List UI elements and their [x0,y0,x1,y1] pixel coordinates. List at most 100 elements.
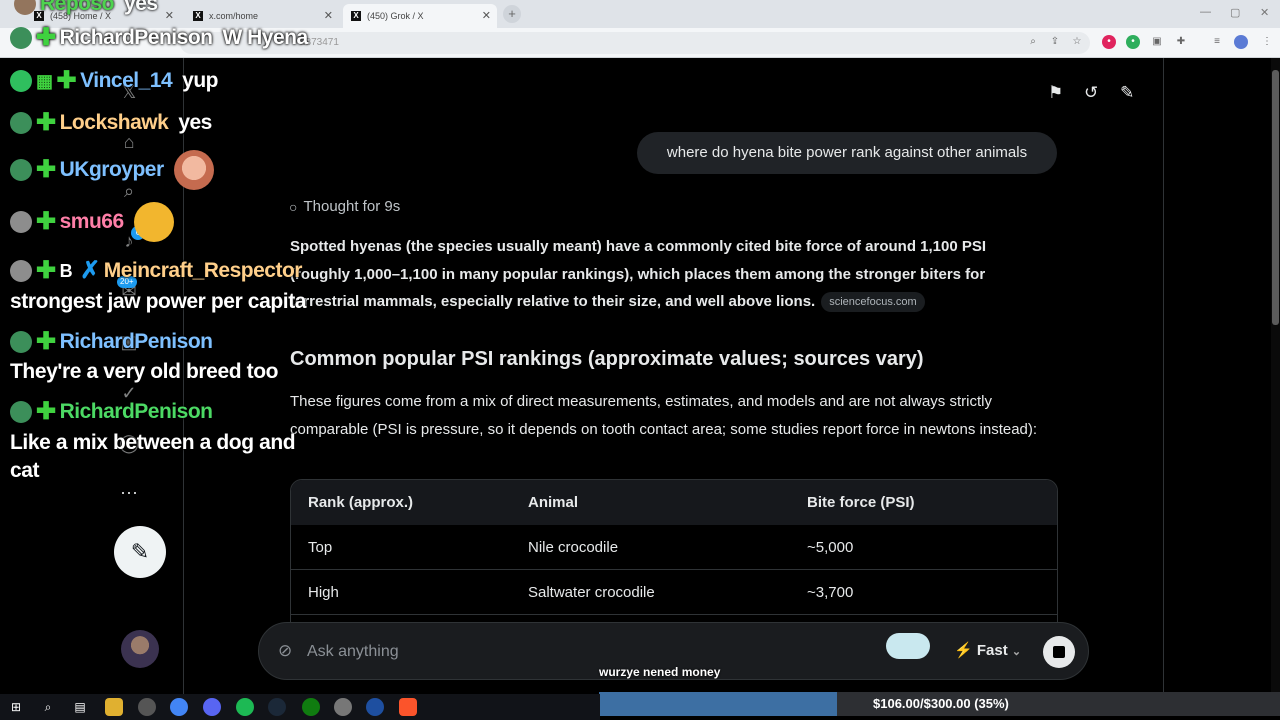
browser-tab-bar: X (458) Home / X ✕ X x.com/home ✕ X (450… [0,0,1280,28]
chat-username: UKgroyper [59,158,165,181]
chat-avatar [10,401,32,423]
chat-avatar [10,260,32,282]
scrollbar-thumb[interactable] [1272,70,1279,325]
menu-dots-icon[interactable]: ⋮ [1260,35,1274,49]
extensions-puzzle-icon[interactable]: ✚ [1174,35,1188,49]
discord-icon[interactable] [203,698,221,716]
chat-line: ✚ UKgroyper [10,150,214,190]
sub-badge-icon: ✚ [36,257,56,284]
chat-avatar [10,112,32,134]
chat-line: ▦ ✚ Vincel_14 yup [10,69,218,93]
bookmark-star-icon[interactable]: ☆ [1070,35,1084,49]
donation-goal-bar: $106.00/$300.00 (35%) [599,692,1280,716]
playlist-icon[interactable]: ≡ [1210,35,1224,49]
zoom-icon[interactable]: ⌕ [1026,35,1040,49]
app-icon[interactable] [366,698,384,716]
table-cell: High [308,583,339,601]
thinking-emote-icon [133,202,174,242]
mode-label: Fast [976,642,1008,659]
chat-message: yup [182,69,218,92]
sub-badge-icon: ✚ [36,328,56,355]
tab-title: x.com/home [209,11,259,21]
history-icon[interactable]: ↺ [1084,83,1098,103]
profile-avatar-icon[interactable] [1234,35,1248,49]
sub-badge-icon: ✚ [36,24,56,51]
thought-label: Thought for 9s [303,198,401,215]
table-header: Rank (approx.) Animal Bite force (PSI) [291,480,1057,525]
chat-avatar [10,27,32,49]
sub-badge-icon: ✚ [36,208,56,235]
brave-icon[interactable] [399,698,417,716]
app-icon[interactable] [334,698,352,716]
chat-username: Vincel_14 [80,69,173,92]
chat-message: strongest jaw power per capita [10,290,307,313]
xbox-icon[interactable] [302,698,320,716]
chat-avatar [10,70,32,92]
compose-post-button[interactable]: ✎ [114,526,166,578]
chat-line: Reposo yes [14,0,158,16]
chat-line: ✚ Lockshawk yes [10,111,212,135]
new-tab-button[interactable]: + [503,5,521,23]
stop-generation-button[interactable] [1043,636,1075,668]
url-field[interactable]: 2873471 [180,32,1090,54]
search-icon[interactable]: ⌕ [39,698,57,716]
minimize-icon[interactable]: — [1200,6,1211,18]
browser-tab-grok[interactable]: X (450) Grok / X ✕ [343,4,497,28]
donation-name: wurzye nened money [599,665,721,679]
extension-icon[interactable]: • [1102,35,1116,49]
source-chip[interactable]: sciencefocus.com [821,292,925,313]
chat-message: Like a mix between a dog and cat [10,431,296,482]
sub-badge-icon: ✚ [36,398,56,425]
ask-input[interactable] [307,641,867,663]
file-explorer-icon[interactable] [105,698,123,716]
table-row: High Saltwater crocodile ~3,700 [291,570,1057,615]
chevron-down-icon: ⌄ [1011,646,1022,658]
new-chat-icon[interactable]: ✎ [1120,83,1134,103]
sub-badge-icon: ✚ [36,109,56,136]
extension-icon[interactable]: • [1126,35,1140,49]
answer-paragraph-2: These figures come from a mix of direct … [290,393,1038,438]
gift-badge-icon: ▦ [36,71,53,91]
table-row: Top Nile crocodile ~5,000 [291,525,1057,570]
sword-badge-icon: ✗ [80,257,100,284]
close-tab-icon[interactable]: ✕ [165,9,174,22]
bite-force-table: Rank (approx.) Animal Bite force (PSI) T… [290,479,1058,639]
attach-paperclip-icon[interactable]: ⊘ [278,641,292,661]
spotify-icon[interactable] [236,698,254,716]
chat-username: RichardPenison [59,400,213,423]
column-header: Rank (approx.) [308,494,414,511]
close-tab-icon[interactable]: ✕ [324,9,333,22]
close-window-icon[interactable]: ✕ [1260,6,1269,19]
extension-icon[interactable]: ▣ [1150,35,1164,49]
chat-username: Lockshawk [59,111,169,134]
chrome-icon[interactable] [170,698,188,716]
chat-line: ✚ smu66 [10,202,174,242]
share-icon[interactable]: ⇪ [1048,35,1062,49]
bookmark-icon[interactable]: ⚑ [1048,83,1063,103]
thought-toggle[interactable]: ○ Thought for 9s [289,198,400,215]
table-cell: ~5,000 [807,538,854,556]
chat-avatar [10,211,32,233]
table-cell: Top [308,538,333,556]
column-header: Bite force (PSI) [807,494,915,511]
steam-icon[interactable] [268,698,286,716]
chat-username: Reposo [40,0,115,15]
chat-username: RichardPenison [59,330,213,353]
user-message-bubble: where do hyena bite power rank against o… [637,132,1057,174]
chat-message: yes [124,0,158,15]
chat-avatar [10,159,32,181]
donation-goal-fill [599,692,838,716]
task-view-icon[interactable]: ▤ [71,698,89,716]
sub-badge-icon: ✚ [56,67,77,94]
face-emote-icon [173,150,214,190]
maximize-icon[interactable]: ▢ [1230,6,1240,19]
chat-line: ✚ RichardPenison [10,330,222,354]
windows-start-icon[interactable]: ⊞ [7,698,25,716]
chat-message: They're a very old breed too [10,360,279,383]
obs-icon[interactable] [138,698,156,716]
browser-tab-xhome[interactable]: X x.com/home ✕ [185,4,339,28]
user-avatar[interactable] [121,630,159,668]
close-tab-icon[interactable]: ✕ [482,9,491,22]
column-header: Animal [528,494,579,511]
mode-selector[interactable]: ⚡ Fast ⌄ [954,641,1021,659]
